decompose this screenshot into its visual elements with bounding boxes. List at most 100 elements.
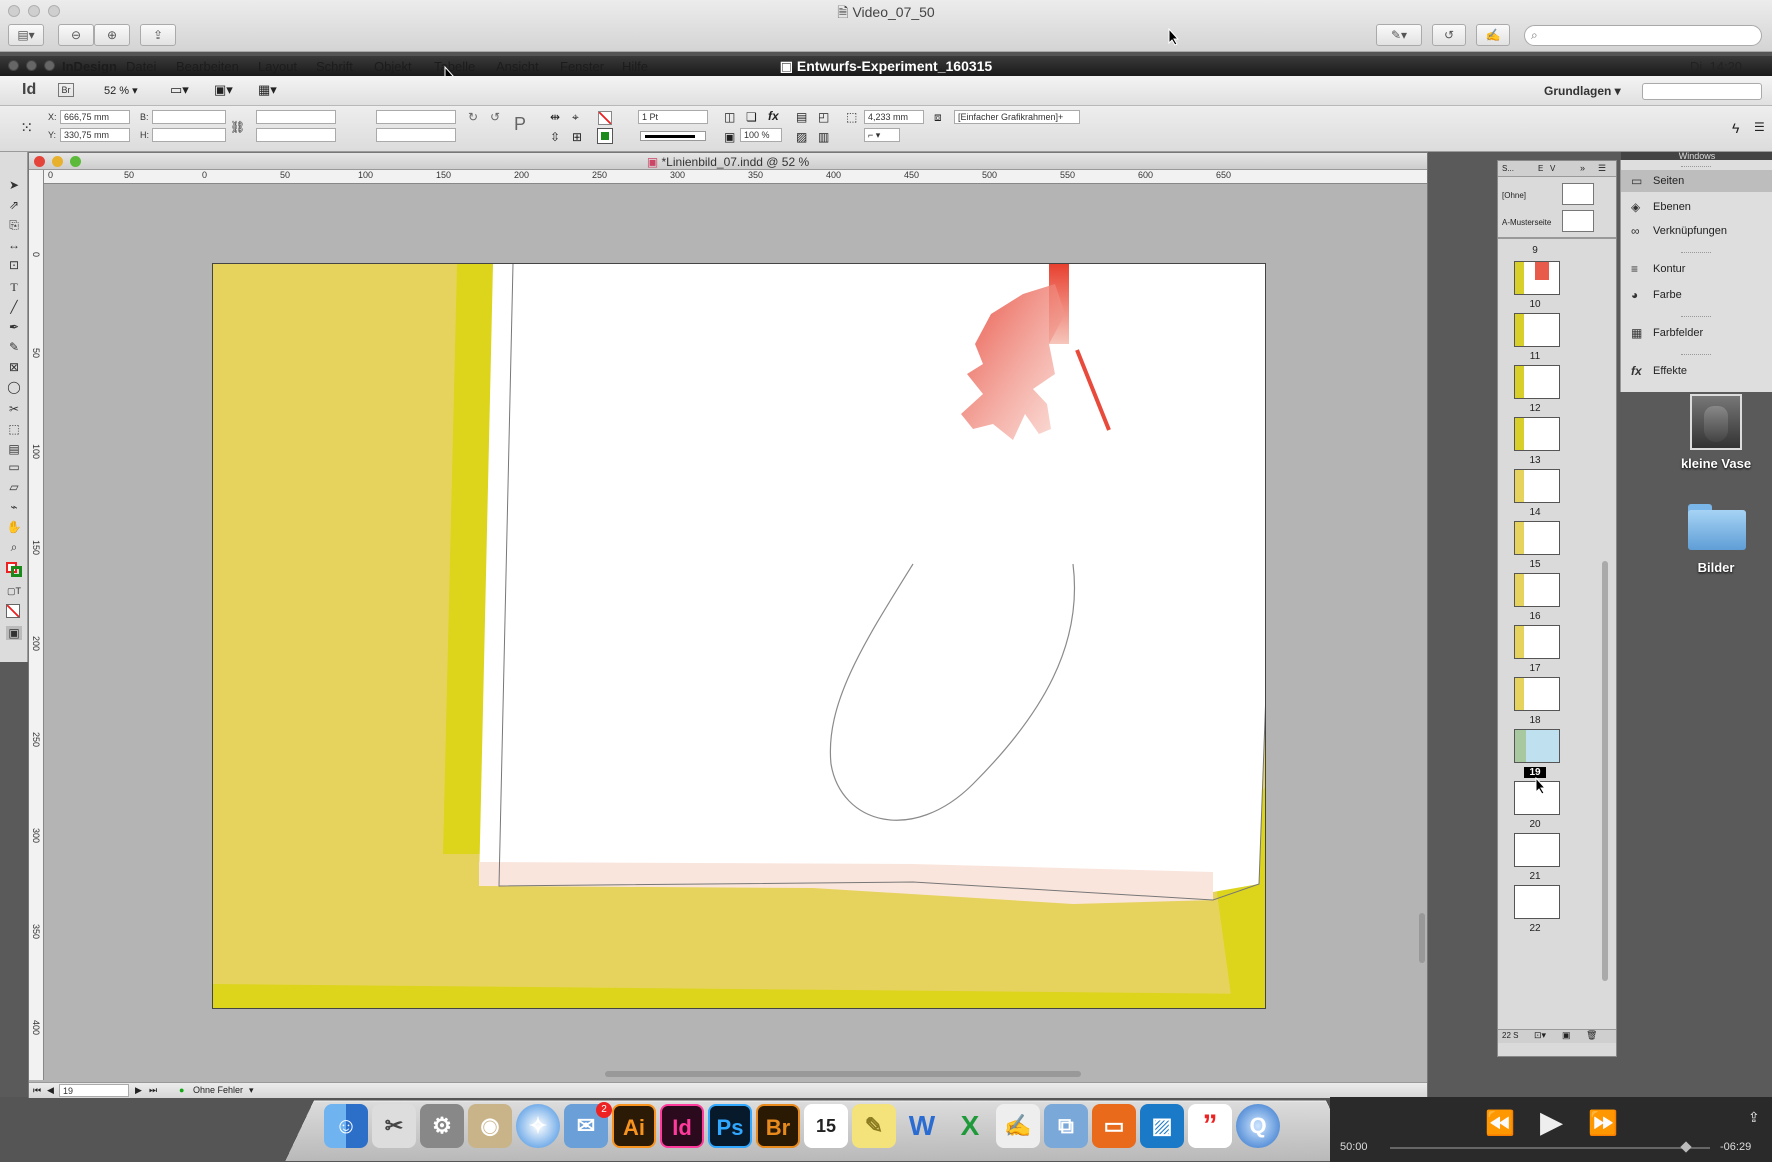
flip-vertical-icon[interactable]: ⇳ — [550, 130, 560, 144]
timeline-scrubber[interactable] — [1390, 1147, 1710, 1149]
panel-item-kontur[interactable]: ≡ Kontur — [1621, 258, 1772, 280]
fill-swatch-icon[interactable] — [598, 111, 612, 125]
page-thumbnail-14[interactable] — [1514, 469, 1560, 503]
stroke-swatch-icon[interactable] — [597, 128, 613, 144]
panel-item-ebenen[interactable]: ◈ Ebenen — [1621, 196, 1772, 218]
excel-icon[interactable]: X — [948, 1104, 992, 1148]
finder-icon[interactable]: ☺ — [324, 1104, 368, 1148]
preflight-status[interactable]: Ohne Fehler — [193, 1085, 243, 1095]
last-page-icon[interactable]: ⏭ — [149, 1085, 157, 1096]
none-master-thumbnail[interactable] — [1562, 183, 1594, 205]
height-field[interactable] — [152, 128, 226, 142]
qt-search-input[interactable]: ⌕ — [1524, 25, 1762, 46]
next-page-icon[interactable]: ▶ — [135, 1085, 142, 1096]
page-thumbnail-21[interactable] — [1514, 833, 1560, 867]
page-thumbnail-10[interactable] — [1514, 261, 1560, 295]
effects-fx-icon[interactable]: fx — [768, 109, 779, 123]
prev-page-icon[interactable]: ◀ — [47, 1085, 54, 1096]
quick-apply-icon[interactable]: ϟ — [1732, 120, 1739, 136]
quote-app-icon[interactable]: ” — [1188, 1104, 1232, 1148]
apply-none-icon[interactable] — [6, 604, 20, 618]
page-thumbnail-15[interactable] — [1514, 521, 1560, 555]
ellipse-tool-icon[interactable]: ◯ — [6, 380, 22, 394]
screen-mode-icon[interactable]: ▣▾ — [214, 82, 233, 98]
preview-scissors-icon[interactable]: ✂ — [372, 1104, 416, 1148]
annotate-icon[interactable]: ✎▾ — [1376, 24, 1422, 46]
indesign-icon[interactable]: Id — [660, 1104, 704, 1148]
rectangle-frame-tool-icon[interactable]: ⊠ — [6, 360, 22, 374]
panel-item-seiten[interactable]: ▭ Seiten — [1621, 170, 1772, 192]
vase-image-icon[interactable] — [1690, 394, 1742, 450]
tab-pages[interactable]: S... — [1502, 164, 1514, 173]
play-icon[interactable]: ▶ — [1540, 1105, 1563, 1140]
panel-item-effekte[interactable]: fx Effekte — [1621, 360, 1772, 382]
preflight-menu-icon[interactable]: ▾ — [249, 1085, 254, 1096]
stroke-type-select[interactable] — [640, 131, 706, 141]
zoom-in-icon[interactable]: ⊕ — [94, 24, 130, 46]
edit-icon[interactable]: ✍ — [1476, 24, 1510, 46]
free-transform-tool-icon[interactable]: ⬚ — [6, 422, 22, 436]
gradient-feather-tool-icon[interactable]: ▭ — [6, 460, 22, 474]
page-thumbnail-18[interactable] — [1514, 677, 1560, 711]
formatting-affects-icon[interactable]: ▢T — [6, 584, 22, 598]
corner-options-field[interactable]: ⌐ ▾ — [864, 128, 900, 142]
panel-item-farbfelder[interactable]: ▦ Farbfelder — [1621, 322, 1772, 344]
delete-page-icon[interactable]: 🗑 — [1586, 1030, 1597, 1041]
system-preferences-icon[interactable]: ⚙ — [420, 1104, 464, 1148]
arrange-documents-icon[interactable]: ▦▾ — [258, 82, 277, 98]
type-tool-icon[interactable]: T — [6, 280, 22, 294]
word-icon[interactable]: W — [900, 1104, 944, 1148]
pen-tool-icon[interactable]: ✒ — [6, 320, 22, 334]
panel-collapse-icon[interactable]: » — [1580, 163, 1585, 173]
page-thumbnail-16[interactable] — [1514, 573, 1560, 607]
view-options-icon[interactable]: ▭▾ — [170, 82, 189, 98]
object-style-icon[interactable]: ⧈ — [934, 110, 942, 125]
panel-menu-icon[interactable]: ☰ — [1598, 163, 1606, 174]
text-wrap-icon[interactable]: ◫ — [724, 110, 735, 124]
page-thumbnail-13[interactable] — [1514, 417, 1560, 451]
scissors-tool-icon[interactable]: ✂ — [6, 402, 22, 416]
keynote-icon[interactable]: ▭ — [1092, 1104, 1136, 1148]
tab-links[interactable]: V — [1550, 164, 1555, 173]
bridge-button[interactable]: Br — [58, 83, 74, 97]
page-tool-icon[interactable]: ⎘ — [6, 218, 22, 232]
horizontal-ruler[interactable]: 0 50 0 50 100 150 200 250 300 350 400 45… — [44, 170, 1427, 184]
line-tool-icon[interactable]: ╱ — [6, 300, 22, 314]
a-master-thumbnail[interactable] — [1562, 210, 1594, 232]
width-field[interactable] — [152, 110, 226, 124]
shear-field[interactable] — [376, 128, 456, 142]
screen-mode-icon[interactable]: ▣ — [6, 626, 22, 640]
photos-app-icon[interactable]: ◉ — [468, 1104, 512, 1148]
constrain-proportions-icon[interactable]: ⛓ — [230, 120, 245, 134]
first-page-icon[interactable]: ⏮ — [33, 1085, 41, 1096]
page-thumbnail-12[interactable] — [1514, 365, 1560, 399]
document-page[interactable] — [212, 263, 1266, 1009]
edit-page-size-icon[interactable]: ⊡▾ — [1534, 1030, 1546, 1041]
gradient-tool-icon[interactable]: ▤ — [6, 442, 22, 456]
pages-scrollbar[interactable] — [1602, 561, 1608, 981]
fitting-icon[interactable]: ▨ — [796, 130, 807, 144]
pencil-tool-icon[interactable]: ✎ — [6, 340, 22, 354]
text-frame-options-icon[interactable]: ▤ — [796, 110, 807, 124]
auto-fit-icon[interactable]: ◰ — [818, 110, 829, 124]
notes-icon[interactable]: ✎ — [852, 1104, 896, 1148]
reference-point-icon[interactable]: ⁙ — [20, 118, 33, 138]
panel-item-farbe[interactable]: ◕ Farbe — [1621, 284, 1772, 306]
desktop-item-label[interactable]: kleine Vase — [1656, 456, 1772, 471]
rotate-icon[interactable]: ↺ — [1432, 24, 1466, 46]
type-on-path-icon[interactable]: P — [514, 114, 526, 135]
direct-selection-tool-icon[interactable]: ⇗ — [6, 198, 22, 212]
x-field[interactable]: 666,75 mm — [60, 110, 130, 124]
zoom-out-icon[interactable]: ⊖ — [58, 24, 94, 46]
frame-fitting-icon[interactable]: ⬚ — [846, 110, 857, 124]
horizontal-scrollbar[interactable] — [605, 1071, 1081, 1077]
zoom-level-select[interactable]: 52 % ▾ — [104, 84, 138, 97]
vertical-ruler[interactable]: 0 50 100 150 200 250 300 350 400 — [29, 170, 44, 1080]
hand-tool-icon[interactable]: ✋ — [6, 520, 22, 534]
help-search-input[interactable] — [1642, 83, 1762, 100]
bridge-icon[interactable]: Br — [756, 1104, 800, 1148]
new-page-icon[interactable]: ▣ — [1562, 1030, 1571, 1041]
calendar-icon[interactable]: 15 — [804, 1104, 848, 1148]
stroke-weight-field[interactable]: 1 Pt — [638, 110, 708, 124]
page-thumbnail-22[interactable] — [1514, 885, 1560, 919]
